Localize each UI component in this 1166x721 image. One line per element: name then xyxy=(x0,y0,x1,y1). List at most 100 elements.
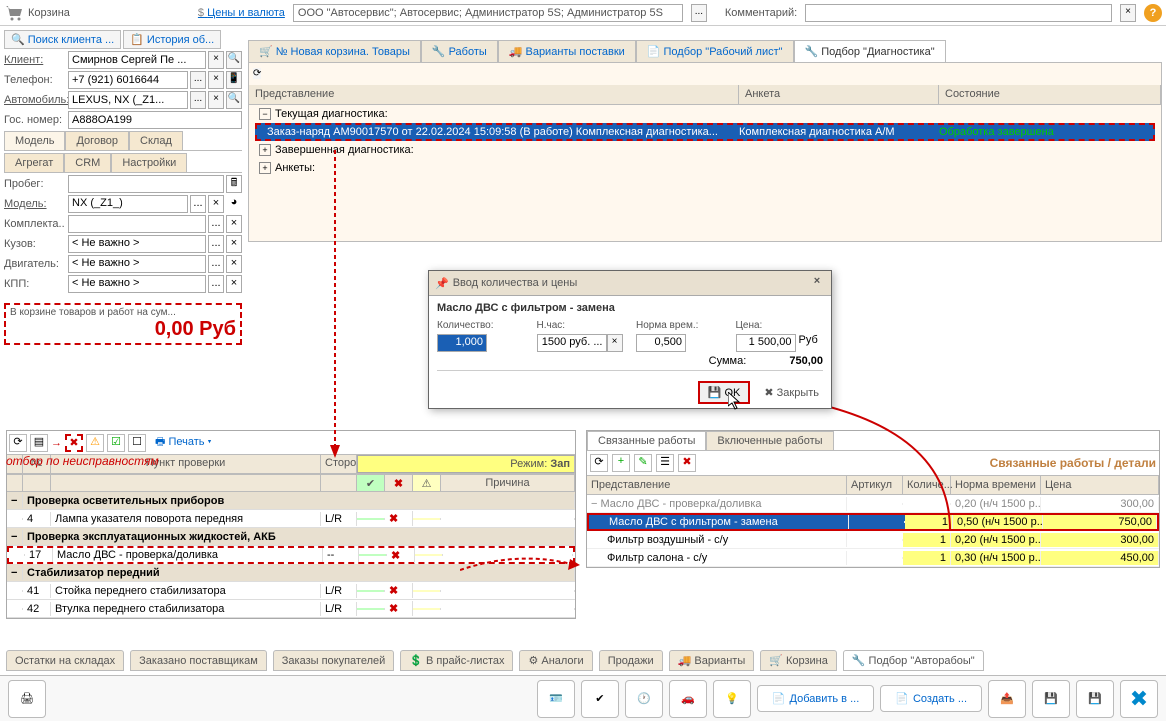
bt-variants[interactable]: 🚚 Варианты xyxy=(669,650,755,671)
right-row[interactable]: Фильтр салона - с/у10,30 (н/ч 1500 р...4… xyxy=(587,549,1159,567)
bulb-icon-button[interactable]: 💡 xyxy=(713,680,751,718)
right-row[interactable]: Фильтр воздушный - с/у10,20 (н/ч 1500 р.… xyxy=(587,531,1159,549)
car-label[interactable]: Автомобиль: xyxy=(4,94,66,106)
tab-model[interactable]: Модель xyxy=(4,131,65,150)
client-clear[interactable]: × xyxy=(208,51,224,69)
qty-input[interactable]: 1,000 xyxy=(437,334,487,352)
org-more-button[interactable]: ... xyxy=(691,4,707,22)
history-button[interactable]: 📋 История об... xyxy=(123,30,221,49)
tree-expand-icon[interactable]: + xyxy=(259,162,271,174)
client-search-button[interactable]: 🔍 Поиск клиента ... xyxy=(4,30,121,49)
clock-icon-button[interactable]: 🕐 xyxy=(625,680,663,718)
norm-input[interactable]: 0,500 xyxy=(636,334,686,352)
car-more[interactable]: ... xyxy=(190,91,206,109)
probeg-field[interactable] xyxy=(68,175,224,193)
cancel-button[interactable]: ✖ Закрыть xyxy=(756,381,827,404)
add-icon[interactable]: + xyxy=(612,454,630,472)
bt-sales[interactable]: Продажи xyxy=(599,650,663,671)
model-field[interactable]: NX (_Z1_) xyxy=(68,195,188,213)
kuzov-clear[interactable]: × xyxy=(226,235,242,253)
price-input[interactable]: 1 500,00 xyxy=(736,334,796,352)
dialog-title-bar[interactable]: 📌 Ввод количества и цены × xyxy=(429,271,831,296)
tab-worksheet[interactable]: 📄 Подбор "Рабочий лист" xyxy=(636,40,794,62)
col-side[interactable]: Сторона xyxy=(321,455,357,473)
bt-pricelists[interactable]: 💲 В прайс-листах xyxy=(400,650,513,671)
right-row-selected[interactable]: Масло ДВС с фильтром - замена10,50 (н/ч … xyxy=(587,513,1159,531)
phone-more[interactable]: ... xyxy=(190,71,206,89)
card-icon-button[interactable]: 🪪 xyxy=(537,680,575,718)
model-pie-icon[interactable]: ◕ xyxy=(226,195,242,213)
close-big-button[interactable]: ✖ xyxy=(1120,680,1158,718)
col-qty[interactable]: Количе... xyxy=(903,476,951,494)
filter-faults-button[interactable]: ✖ xyxy=(65,434,83,452)
check-row[interactable]: 41Стойка переднего стабилизатораL/R✖ xyxy=(7,582,575,600)
phone-field[interactable]: +7 (921) 6016644 xyxy=(68,71,188,89)
check-group[interactable]: −Стабилизатор передний xyxy=(7,564,575,582)
car-clear[interactable]: × xyxy=(208,91,224,109)
tree-collapse-icon[interactable]: − xyxy=(259,108,271,120)
tab-supply[interactable]: 🚚 Варианты поставки xyxy=(498,40,636,62)
kuzov-field[interactable]: < Не важно > xyxy=(68,235,206,253)
prices-link[interactable]: $ Цены и валюта xyxy=(198,7,285,19)
client-name-field[interactable]: Смирнов Сергей Пе ... xyxy=(68,51,206,69)
right-row-dim[interactable]: − Масло ДВС - проверка/доливка0,20 (н/ч … xyxy=(587,495,1159,513)
bt-orders[interactable]: Заказы покупателей xyxy=(273,650,395,671)
model-label[interactable]: Модель: xyxy=(4,198,66,210)
check-row-highlight[interactable]: 17Масло ДВС - проверка/доливка--✖ xyxy=(7,546,575,564)
print-big-button[interactable]: 🖨 xyxy=(8,680,46,718)
bt-autoworks[interactable]: 🔧 Подбор "Авторабоы" xyxy=(843,650,984,671)
kuzov-more[interactable]: ... xyxy=(208,235,224,253)
list-icon[interactable]: ☰ xyxy=(656,454,674,472)
nchas-input[interactable]: 1500 руб. ... xyxy=(537,334,607,352)
tab-included-works[interactable]: Включенные работы xyxy=(706,431,833,450)
car-icon-button[interactable]: 🚗 xyxy=(669,680,707,718)
refresh-icon[interactable]: ⟳ xyxy=(253,68,261,79)
tab-related-works[interactable]: Связанные работы xyxy=(587,431,706,450)
check-row[interactable]: 4Лампа указателя поворота передняяL/R✖ xyxy=(7,510,575,528)
model-more[interactable]: ... xyxy=(190,195,206,213)
col-representation[interactable]: Представление xyxy=(249,85,739,104)
comment-clear-button[interactable]: × xyxy=(1120,4,1136,22)
grid-row-order[interactable]: Заказ-наряд AM90017570 от 22.02.2024 15:… xyxy=(255,123,1155,141)
kpp-field[interactable]: < Не важно > xyxy=(68,275,206,293)
kompl-clear[interactable]: × xyxy=(226,215,242,233)
dvig-more[interactable]: ... xyxy=(208,255,224,273)
tab-sklad[interactable]: Склад xyxy=(129,131,183,150)
comment-field[interactable] xyxy=(805,4,1112,22)
col-article[interactable]: Артикул xyxy=(847,476,903,494)
dialog-close-button[interactable]: × xyxy=(809,275,825,291)
nchas-clear[interactable]: × xyxy=(607,334,623,352)
col-reason[interactable]: Причина xyxy=(441,475,575,491)
tab-diagnostics[interactable]: 🔧 Подбор "Диагностика" xyxy=(794,40,946,62)
col-price[interactable]: Цена xyxy=(1041,476,1159,494)
kpp-clear[interactable]: × xyxy=(226,275,242,293)
check-row[interactable]: 42Втулка переднего стабилизатораL/R✖ xyxy=(7,600,575,618)
refresh-button[interactable]: ⟳ xyxy=(9,434,27,452)
col-norm[interactable]: Норма времени xyxy=(951,476,1041,494)
dvig-field[interactable]: < Не важно > xyxy=(68,255,206,273)
tab-crm[interactable]: CRM xyxy=(64,153,111,172)
bt-cart[interactable]: 🛒 Корзина xyxy=(760,650,837,671)
col-anketa[interactable]: Анкета xyxy=(739,85,939,104)
client-lookup[interactable]: 🔍 xyxy=(226,51,242,69)
tab-cart-goods[interactable]: 🛒 № Новая корзина. Товары xyxy=(248,40,421,62)
kompl-more[interactable]: ... xyxy=(208,215,224,233)
save-icon-button[interactable]: 💾 xyxy=(1032,680,1070,718)
tab-agregat[interactable]: Агрегат xyxy=(4,153,64,172)
add-to-button[interactable]: 📄 Добавить в ... xyxy=(757,685,874,712)
tab-works[interactable]: 🔧 Работы xyxy=(421,40,498,62)
client-label[interactable]: Клиент: xyxy=(4,54,66,66)
delete-icon[interactable]: ✖ xyxy=(678,454,696,472)
print-button[interactable]: 🖶 Печать ▾ xyxy=(155,433,212,452)
help-icon[interactable]: ? xyxy=(1144,4,1162,22)
tab-dogovor[interactable]: Договор xyxy=(65,131,129,150)
kpp-more[interactable]: ... xyxy=(208,275,224,293)
dvig-clear[interactable]: × xyxy=(226,255,242,273)
refresh-icon[interactable]: ⟳ xyxy=(590,454,608,472)
phone-mobile-icon[interactable]: 📱 xyxy=(226,71,242,89)
save2-icon-button[interactable]: 💾 xyxy=(1076,680,1114,718)
create-button[interactable]: 📄 Создать ... xyxy=(880,685,982,712)
check-group[interactable]: −Проверка осветительных приборов xyxy=(7,492,575,510)
grid-group-finished[interactable]: +Завершенная диагностика: xyxy=(249,141,1161,159)
bt-stock[interactable]: Остатки на складах xyxy=(6,650,124,671)
